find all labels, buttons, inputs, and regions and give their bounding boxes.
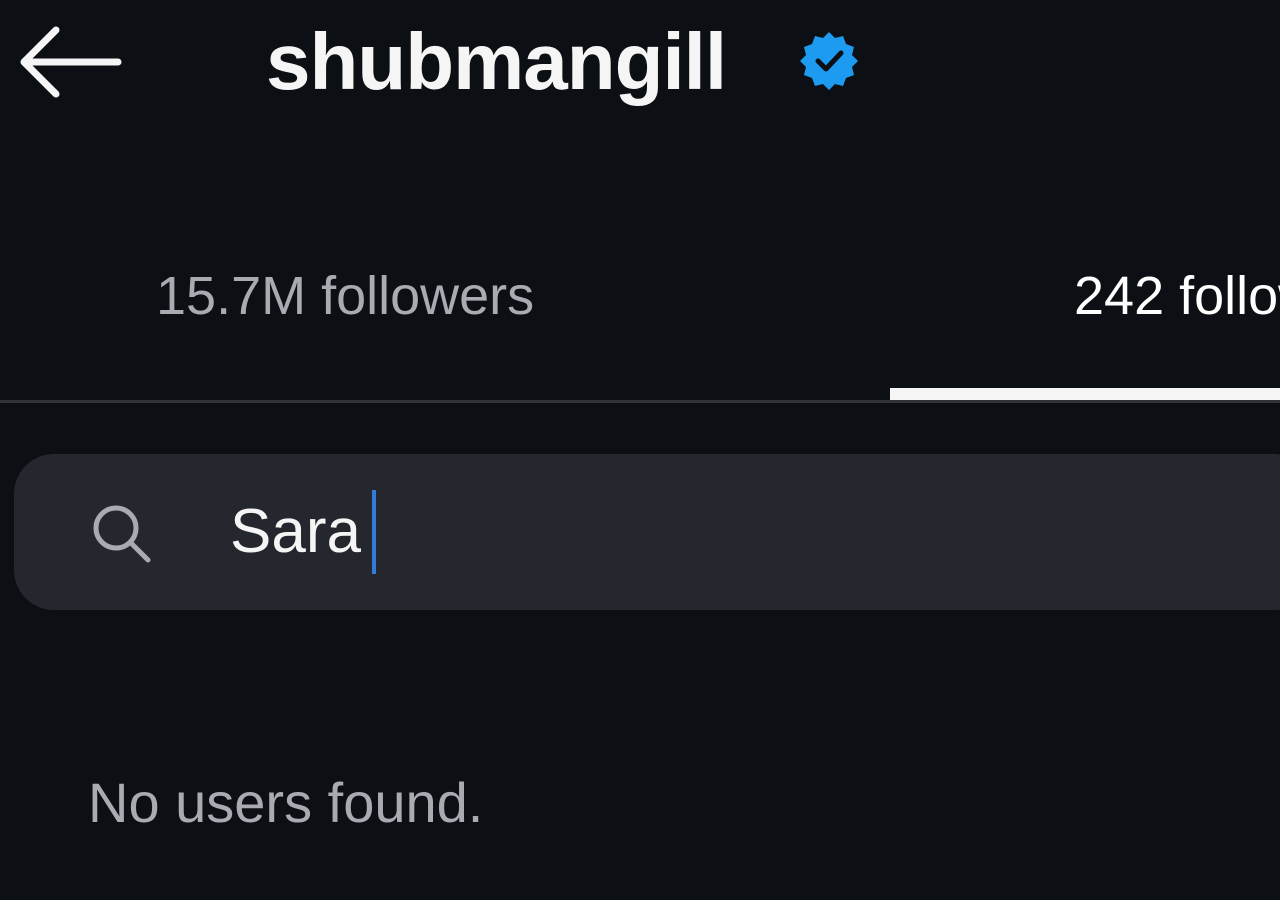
active-tab-indicator bbox=[890, 388, 1280, 400]
search-icon bbox=[93, 505, 151, 563]
tab-following-label: 242 following bbox=[1074, 266, 1280, 326]
tab-divider bbox=[0, 400, 1280, 403]
arrow-left-icon bbox=[20, 26, 122, 98]
profile-header: shubmangill bbox=[0, 0, 1280, 130]
tab-followers-label: 15.7M followers bbox=[156, 266, 535, 326]
tab-following[interactable]: 242 following bbox=[890, 230, 1280, 400]
follow-tabs: 15.7M followers 242 following bbox=[0, 230, 1280, 404]
tab-followers[interactable]: 15.7M followers bbox=[0, 230, 890, 400]
text-cursor bbox=[372, 490, 376, 574]
no-results-message: No users found. bbox=[88, 771, 484, 834]
back-button[interactable] bbox=[14, 22, 124, 102]
profile-username: shubmangill bbox=[266, 17, 727, 106]
search-input[interactable] bbox=[230, 492, 1130, 572]
verified-badge-icon bbox=[800, 32, 858, 90]
search-bar[interactable] bbox=[14, 454, 1280, 610]
